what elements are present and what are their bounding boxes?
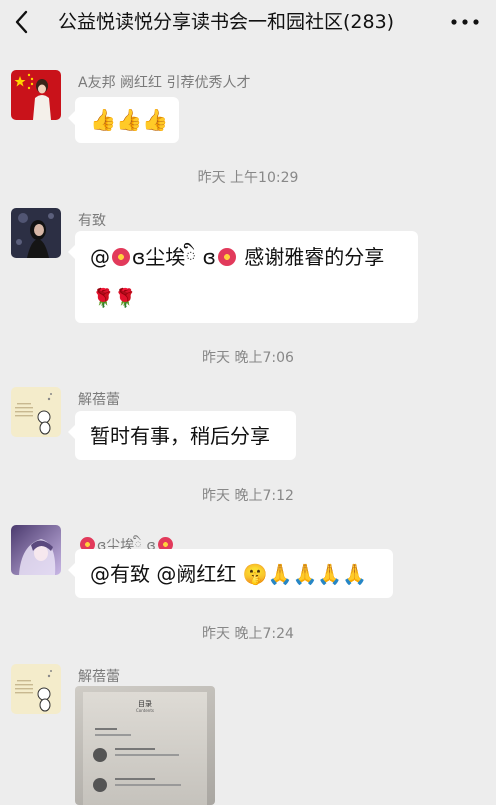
chat-header: 公益悦读悦分享读书会一和园社区(283) [0,0,496,44]
mention-name: ɞ尘埃ི ɞ [132,245,216,269]
book-page: 目录 Contents [83,692,207,805]
message-bubble[interactable]: @有致 @阙红红 🤫🙏🙏🙏🙏 [68,549,393,598]
photo-text-line [115,754,179,756]
chevron-left-icon[interactable] [10,8,34,36]
sender-name: 解蓓蕾 [78,392,120,408]
avatar[interactable] [11,525,61,575]
sender-name: A友邦 阙红红 引荐优秀人才 [78,75,251,91]
photo-text-line [95,734,131,736]
message-text: @有致 @阙红红 🤫🙏🙏🙏🙏 [90,562,368,586]
avatar[interactable] [11,664,61,714]
avatar-anime-icon [11,525,61,575]
message-text: 感谢雅睿的分享 [237,245,385,269]
timestamp: 昨天 上午10:29 [197,170,299,186]
sender-name: 解蓓蕾 [78,669,120,685]
chat-title: 公益悦读悦分享读书会一和园社区(283) [58,11,395,33]
thumbs-up-emoji: 👍👍👍 [90,108,169,132]
rose-emoji: 🌹🌹 [92,288,137,309]
photo-text-line [115,778,155,780]
avatar-cartoon-icon [11,664,61,714]
message-bubble[interactable]: 👍👍👍 [68,97,179,143]
hibiscus-icon [217,248,236,266]
avatar-woman-icon [11,208,61,258]
photo-text-line [115,748,155,750]
shared-photo[interactable]: 目录 Contents [75,686,215,805]
avatar-cartoon-icon [11,387,61,437]
avatar[interactable] [11,387,61,437]
photo-bullet [93,748,107,762]
timestamp: 昨天 晚上7:24 [202,626,294,642]
more-horizontal-icon[interactable] [448,12,482,32]
sender-name: 有致 [78,213,106,229]
avatar[interactable] [11,70,61,120]
photo-bullet [93,778,107,792]
avatar-flag-person-icon [11,70,61,120]
message-bubble[interactable]: @ ɞ尘埃ི ɞ 感谢雅睿的分享 🌹🌹 [68,231,418,323]
message-text: 暂时有事，稍后分享 [90,424,270,448]
timestamp: 昨天 晚上7:06 [202,350,294,366]
avatar[interactable] [11,208,61,258]
message-bubble[interactable]: 暂时有事，稍后分享 [68,411,296,460]
photo-contents-subtitle: Contents [136,708,154,713]
mention-at: @ [90,245,110,269]
photo-text-line [95,728,117,730]
photo-text-line [115,784,181,786]
message-text-line-1: @ ɞ尘埃ི ɞ 感谢雅睿的分享 [90,244,384,270]
timestamp: 昨天 晚上7:12 [202,488,294,504]
hibiscus-icon [112,248,130,266]
